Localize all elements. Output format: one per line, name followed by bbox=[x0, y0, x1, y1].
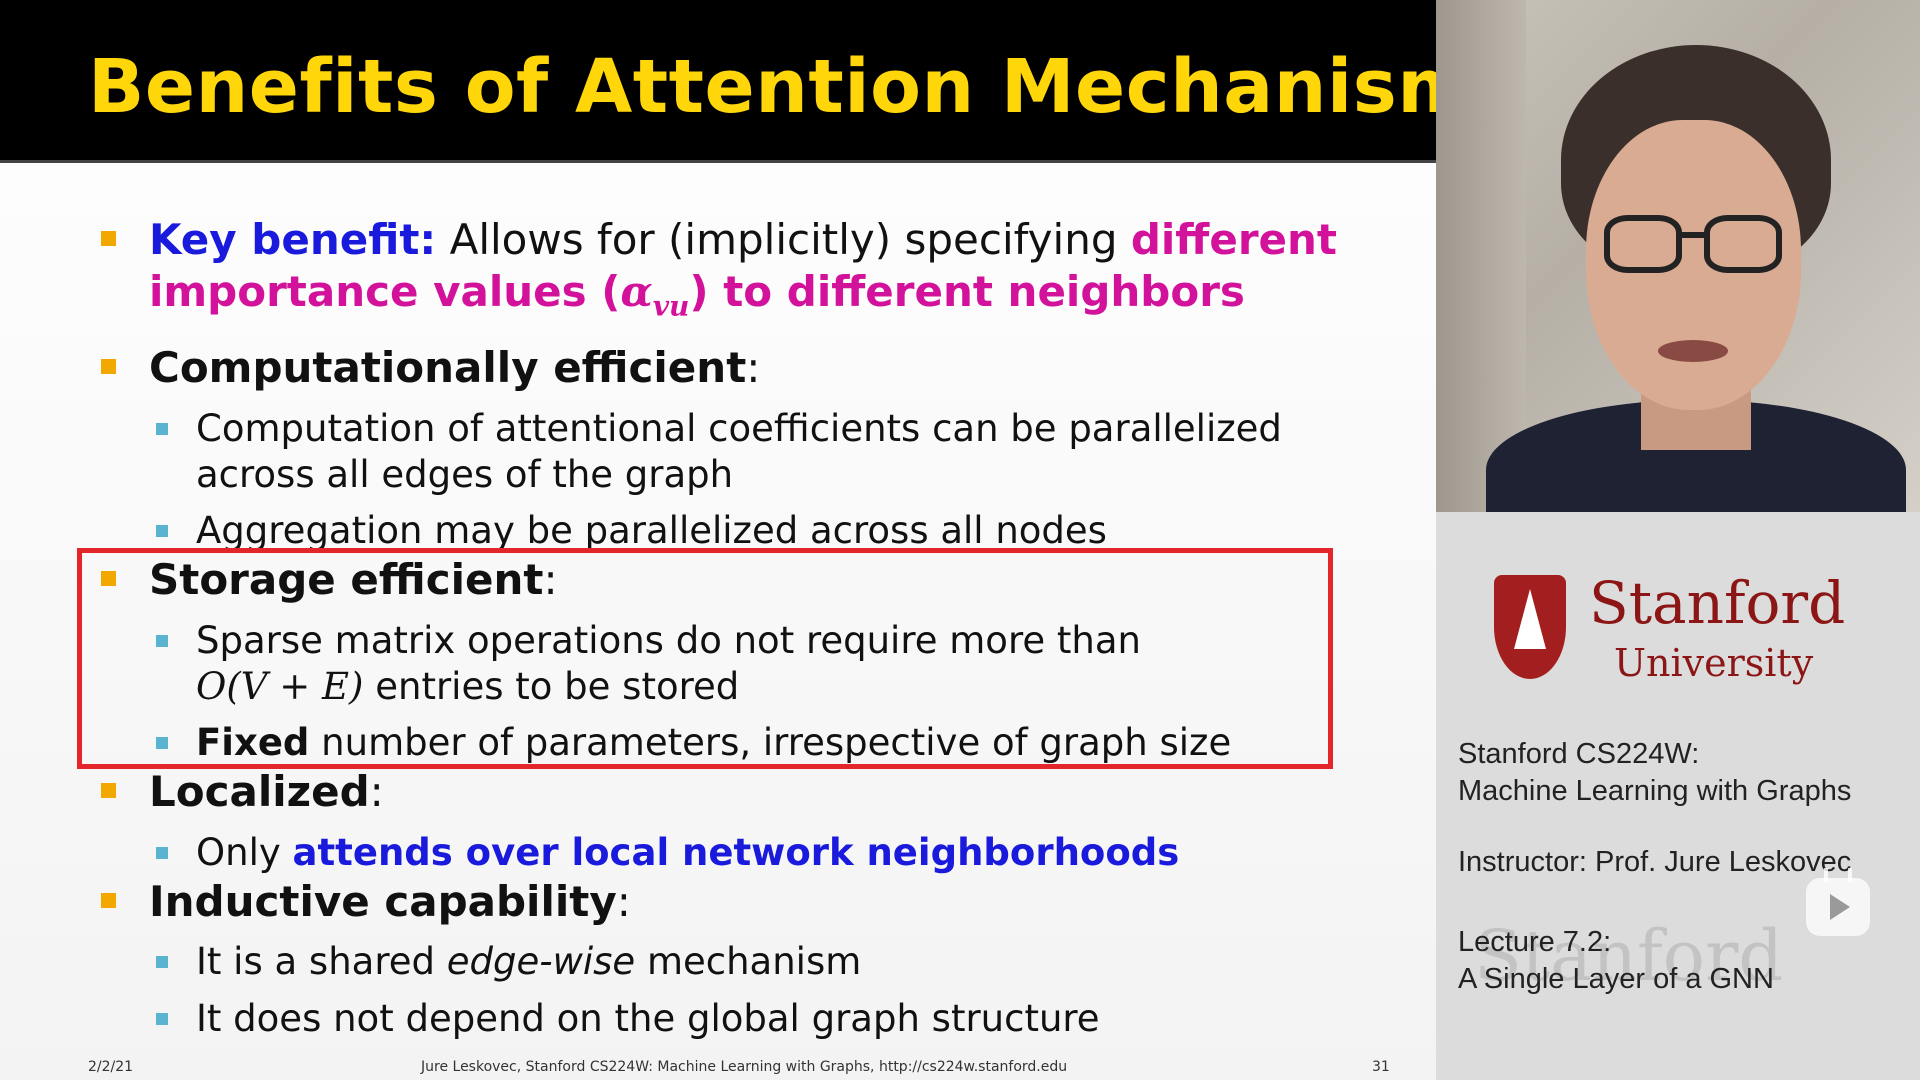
sub-bullet-marker bbox=[156, 956, 168, 968]
logo-word-university: University bbox=[1614, 641, 1814, 685]
slide-title: Benefits of Attention Mechanism bbox=[88, 44, 1436, 130]
stanford-shield-icon bbox=[1494, 575, 1566, 679]
inductive-colon: : bbox=[616, 877, 631, 926]
compute-label: Computationally efficient bbox=[149, 343, 747, 392]
course-line1: Stanford CS224W: bbox=[1458, 738, 1700, 770]
bullet-text: Key benefit: Allows for (implicitly) spe… bbox=[149, 214, 1436, 332]
lecture-number: Lecture 7.2: bbox=[1458, 926, 1612, 958]
alpha-symbol: α bbox=[620, 267, 653, 316]
bullet-marker bbox=[101, 231, 116, 246]
play-icon bbox=[1830, 894, 1850, 920]
footer-date: 2/2/21 bbox=[88, 1059, 134, 1075]
key-benefit-emph3: ) to different neighbors bbox=[689, 267, 1245, 316]
glasses-lens-right bbox=[1704, 215, 1782, 273]
sub-bullet-marker bbox=[156, 1013, 168, 1025]
localized-sub1-emph: attends over local network neighborhoods bbox=[292, 831, 1180, 874]
bullet-marker bbox=[101, 783, 116, 798]
instructor-webcam bbox=[1436, 0, 1920, 512]
lecture-slide: Benefits of Attention Mechanism Key bene… bbox=[0, 0, 1436, 1080]
inductive-label: Inductive capability bbox=[149, 877, 617, 926]
glasses-lens-left bbox=[1604, 215, 1682, 273]
compute-colon: : bbox=[746, 343, 761, 392]
bullet-text: Computationally efficient: bbox=[149, 342, 1436, 394]
inductive-sub1-ital: edge-wise bbox=[446, 940, 636, 983]
inductive-sub2: It does not depend on the global graph s… bbox=[196, 997, 1100, 1040]
play-button[interactable] bbox=[1806, 868, 1870, 936]
sub-bullet-text: Computation of attentional coefficients … bbox=[196, 406, 1376, 498]
compute-sub1-line2: across all edges of the graph bbox=[196, 453, 734, 496]
footer-credit: Jure Leskovec, Stanford CS224W: Machine … bbox=[421, 1059, 1068, 1075]
instructor-line: Instructor: Prof. Jure Leskovec bbox=[1458, 846, 1852, 878]
bullet-text: Localized: bbox=[149, 766, 1436, 818]
key-benefit-label: Key benefit: bbox=[149, 215, 437, 264]
tree-icon bbox=[1514, 589, 1546, 649]
compute-sub1-line1: Computation of attentional coefficients … bbox=[196, 407, 1282, 450]
key-benefit-emph1: different bbox=[1130, 215, 1337, 264]
sub-bullet-marker bbox=[156, 847, 168, 859]
sub-bullet-marker bbox=[156, 423, 168, 435]
key-benefit-emph2: importance values ( bbox=[149, 267, 621, 316]
localized-sub1-pre: Only bbox=[196, 831, 293, 874]
tv-ears-icon bbox=[1824, 868, 1852, 882]
inductive-sub1-pre: It is a shared bbox=[196, 940, 447, 983]
person-mouth bbox=[1658, 340, 1728, 362]
bullet-marker bbox=[101, 893, 116, 908]
lecture-title: A Single Layer of a GNN bbox=[1458, 963, 1774, 995]
sub-bullet-text: Only attends over local network neighbor… bbox=[196, 830, 1376, 876]
course-line2: Machine Learning with Graphs bbox=[1458, 775, 1852, 807]
glasses-bridge bbox=[1682, 232, 1704, 238]
key-benefit-text: Allows for (implicitly) specifying bbox=[436, 215, 1131, 264]
highlight-box bbox=[77, 548, 1333, 769]
bullet-text: Inductive capability: bbox=[149, 876, 1436, 928]
footer-page-number: 31 bbox=[1372, 1059, 1390, 1075]
bullet-marker bbox=[101, 359, 116, 374]
localized-colon: : bbox=[369, 767, 384, 816]
alpha-subscript: vu bbox=[652, 289, 690, 323]
inductive-sub1-post: mechanism bbox=[635, 940, 862, 983]
logo-word-stanford: Stanford bbox=[1589, 569, 1846, 637]
sub-bullet-text: It is a shared edge-wise mechanism bbox=[196, 939, 1376, 985]
localized-label: Localized bbox=[149, 767, 370, 816]
sub-bullet-marker bbox=[156, 525, 168, 537]
slide-title-bar: Benefits of Attention Mechanism bbox=[0, 0, 1436, 163]
stanford-logo: Stanford University bbox=[1494, 569, 1894, 685]
